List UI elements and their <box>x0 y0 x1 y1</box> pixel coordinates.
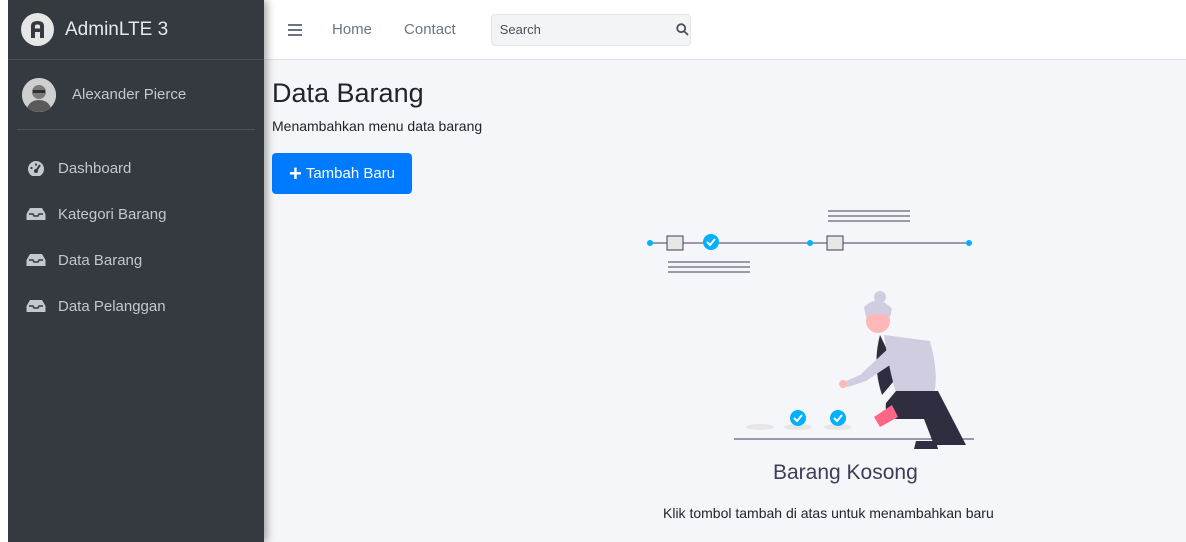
content-wrapper: Data Barang Menambahkan menu data barang… <box>264 60 1186 542</box>
sidebar-item-label: Kategori Barang <box>58 205 167 223</box>
hamburger-menu-icon[interactable] <box>288 23 302 36</box>
add-new-button-label: Tambah Baru <box>305 165 396 182</box>
plus-icon: + <box>288 160 302 186</box>
brand-name: AdminLTE 3 <box>65 18 169 40</box>
add-new-button[interactable]: + Tambah Baru <box>272 153 412 194</box>
sidebar: AdminLTE 3 Alexander Pierce Dashboard Ka… <box>8 0 264 542</box>
user-panel[interactable]: Alexander Pierce <box>17 60 255 130</box>
brand-logo-icon <box>21 13 54 46</box>
sidebar-nav: Dashboard Kategori Barang Data Barang Da… <box>8 145 264 329</box>
page-subtitle: Menambahkan menu data barang <box>272 118 483 134</box>
sidebar-item-label: Dashboard <box>58 159 132 177</box>
nav-link-home[interactable]: Home <box>332 21 372 38</box>
sidebar-item-label: Data Pelanggan <box>58 297 166 315</box>
inbox-icon <box>26 206 46 222</box>
sidebar-item-label: Data Barang <box>58 251 143 269</box>
sidebar-item-kategori-barang[interactable]: Kategori Barang <box>8 191 264 237</box>
sidebar-item-data-barang[interactable]: Data Barang <box>8 237 264 283</box>
empty-state-message: Klik tombol tambah di atas untuk menamba… <box>663 505 994 521</box>
user-name: Alexander Pierce <box>72 86 187 103</box>
search-icon[interactable] <box>676 15 690 45</box>
app-frame: AdminLTE 3 Alexander Pierce Dashboard Ka… <box>8 0 1186 542</box>
empty-state-title-text: Barang Kosong <box>773 461 918 484</box>
brand-link[interactable]: AdminLTE 3 <box>8 0 264 60</box>
top-navbar: Home Contact <box>264 0 1186 60</box>
inbox-icon <box>26 252 46 268</box>
inbox-icon <box>26 298 46 314</box>
search-form <box>490 13 691 46</box>
tachometer-icon <box>26 160 46 176</box>
sidebar-item-data-pelanggan[interactable]: Data Pelanggan <box>8 283 264 329</box>
page-title: Data Barang <box>272 78 424 108</box>
sidebar-item-dashboard[interactable]: Dashboard <box>8 145 264 191</box>
search-input[interactable] <box>491 14 676 45</box>
nav-link-contact[interactable]: Contact <box>404 21 456 38</box>
avatar <box>22 77 56 112</box>
